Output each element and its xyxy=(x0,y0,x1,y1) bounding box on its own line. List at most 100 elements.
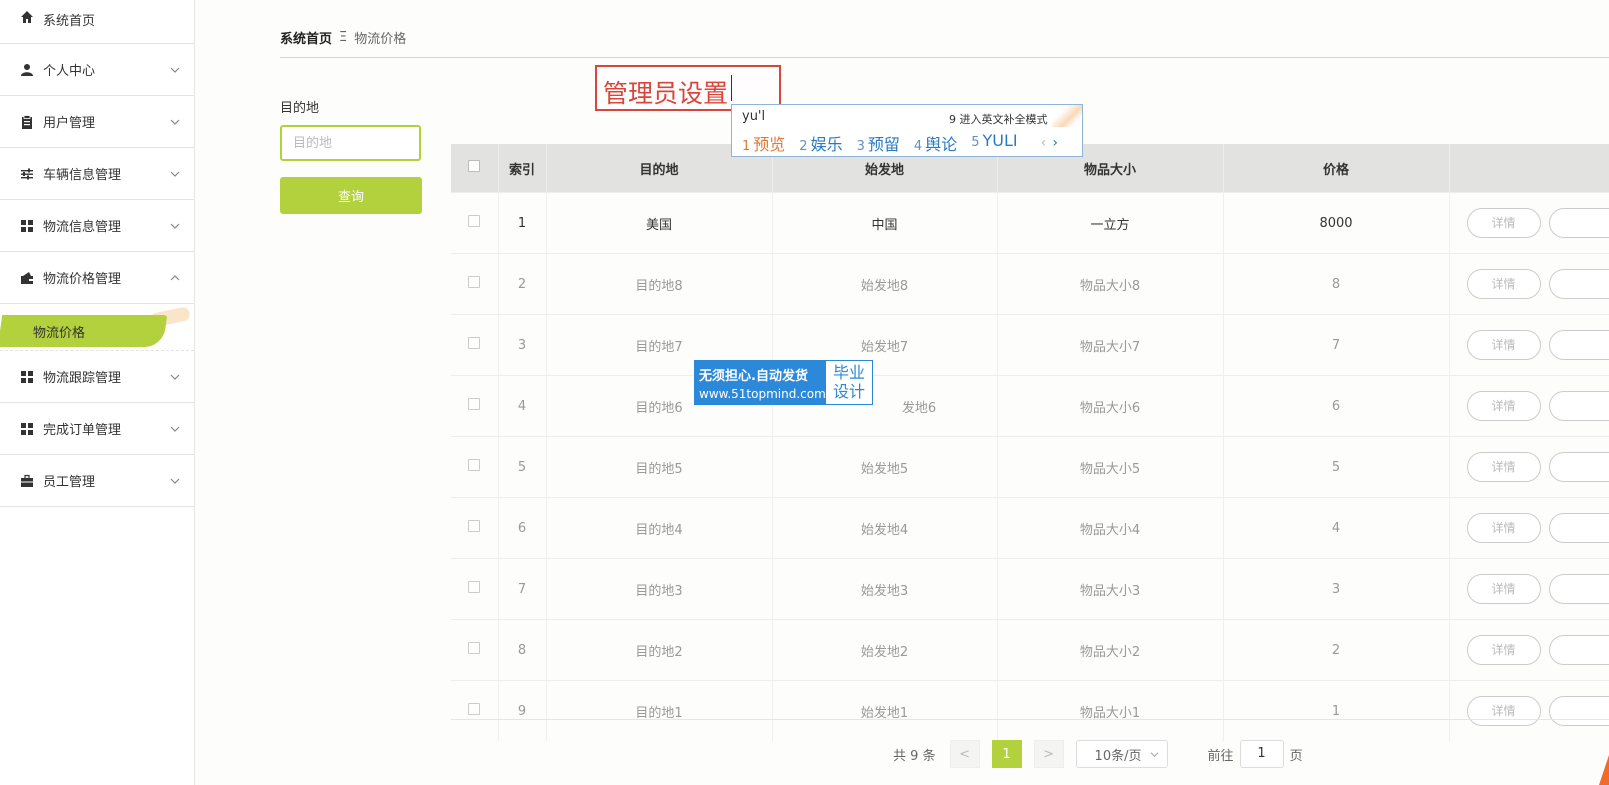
ime-candidate[interactable]: 4 舆论 xyxy=(914,131,957,155)
page-number-current[interactable]: 1 xyxy=(991,740,1022,768)
cell-destination: 目的地1 xyxy=(546,680,773,741)
detail-button[interactable]: 详情 xyxy=(1466,696,1541,726)
sidebar-item-label: 个人中心 xyxy=(43,64,96,79)
sidebar-item-vehicle-management[interactable]: 车辆信息管理 xyxy=(0,148,194,200)
table-bottom-border xyxy=(451,719,1609,720)
cell-size: 物品大小7 xyxy=(997,314,1224,376)
ime-candidate[interactable]: 5 YULI xyxy=(971,131,1017,155)
detail-button[interactable]: 详情 xyxy=(1466,574,1541,604)
sidebar-item-label: 员工管理 xyxy=(43,475,96,490)
edit-button[interactable] xyxy=(1548,208,1608,238)
sidebar-item-label: 物流跟踪管理 xyxy=(43,371,122,386)
detail-button[interactable]: 详情 xyxy=(1466,452,1541,482)
cell-size: 物品大小1 xyxy=(997,680,1224,741)
sliders-icon xyxy=(20,167,34,181)
next-page-button[interactable]: > xyxy=(1033,740,1064,768)
cell-origin: 始发地3 xyxy=(772,558,998,620)
row-checkbox[interactable] xyxy=(468,581,481,593)
detail-button[interactable]: 详情 xyxy=(1466,635,1541,665)
edit-button[interactable] xyxy=(1548,513,1608,543)
table-row: 5 目的地5 始发地5 物品大小5 5 详情 xyxy=(451,436,1609,498)
goto-label: 前往 xyxy=(1207,748,1234,764)
sidebar-item-home[interactable]: 系统首页 xyxy=(0,0,194,44)
detail-button[interactable]: 详情 xyxy=(1466,330,1541,360)
row-checkbox[interactable] xyxy=(468,337,481,349)
chevron-down-icon xyxy=(1150,752,1159,758)
sidebar-item-completed-orders[interactable]: 完成订单管理 xyxy=(0,403,194,455)
edit-button[interactable] xyxy=(1548,635,1608,665)
watermark-label-1: 毕业 xyxy=(832,363,865,382)
edit-button[interactable] xyxy=(1548,452,1608,482)
chevron-down-icon xyxy=(170,119,180,125)
detail-button[interactable]: 详情 xyxy=(1466,208,1541,238)
edit-button[interactable] xyxy=(1548,574,1608,604)
cell-index: 9 xyxy=(498,680,547,741)
cell-origin: 始发地4 xyxy=(772,497,998,559)
ime-candidate[interactable]: 2 娱乐 xyxy=(799,131,842,155)
edit-button[interactable] xyxy=(1548,330,1608,360)
sidebar-item-staff-management[interactable]: 员工管理 xyxy=(0,455,194,507)
cell-index: 6 xyxy=(498,497,547,559)
cell-price: 5 xyxy=(1223,436,1450,498)
breadcrumb-home[interactable]: 系统首页 xyxy=(280,28,332,47)
cell-index: 3 xyxy=(498,314,547,376)
prev-page-button[interactable]: < xyxy=(949,740,980,768)
row-checkbox[interactable] xyxy=(468,215,481,227)
edit-button[interactable] xyxy=(1548,269,1608,299)
page-unit-label: 页 xyxy=(1289,748,1303,764)
watermark-banner: 无须担心.自动发货 www.51topmind.com 毕业 设计 xyxy=(694,360,873,405)
sidebar-subitem-logistics-price[interactable]: 物流价格 xyxy=(0,304,194,351)
cell-index: 5 xyxy=(498,436,547,498)
goto-page-input[interactable]: 1 xyxy=(1239,740,1284,768)
cell-index: 4 xyxy=(498,375,547,437)
edit-button[interactable] xyxy=(1548,696,1608,726)
detail-button[interactable]: 详情 xyxy=(1466,513,1541,543)
cell-index: 7 xyxy=(498,558,547,620)
watermark-slogan: 无须担心.自动发货 xyxy=(699,369,808,384)
select-all-checkbox[interactable] xyxy=(468,160,481,172)
sidebar-item-label: 物流价格管理 xyxy=(43,272,122,287)
row-checkbox[interactable] xyxy=(468,398,481,410)
grid-icon xyxy=(20,422,34,436)
ime-prev-icon[interactable]: ‹ xyxy=(1041,135,1047,151)
cell-origin: 始发地8 xyxy=(772,253,998,315)
price-table: 索引 目的地 始发地 物品大小 价格 1 美国 中国 一立方 8000 详情 2 xyxy=(451,144,1609,741)
table-row: 4 目的地6 发地6 物品大小6 6 详情 xyxy=(451,375,1609,437)
detail-button[interactable]: 详情 xyxy=(1466,269,1541,299)
cell-destination: 目的地3 xyxy=(546,558,773,620)
cell-price: 6 xyxy=(1223,375,1450,437)
sidebar-item-user-management[interactable]: 用户管理 xyxy=(0,96,194,148)
ime-composition: yu'l xyxy=(742,109,766,124)
edit-button[interactable] xyxy=(1548,391,1608,421)
cell-index: 1 xyxy=(498,192,547,254)
sidebar: 系统首页 个人中心 用户管理 车辆信息管理 物流信息管理 物流价格管理 物流价格… xyxy=(0,0,195,785)
table-row: 9 目的地1 始发地1 物品大小1 1 详情 xyxy=(451,680,1609,741)
page-size-select[interactable]: 10条/页 xyxy=(1075,740,1168,768)
cell-price: 2 xyxy=(1223,619,1450,681)
detail-button[interactable]: 详情 xyxy=(1466,391,1541,421)
row-checkbox[interactable] xyxy=(468,520,481,532)
sidebar-item-logistics-price[interactable]: 物流价格管理 xyxy=(0,252,194,304)
table-row: 2 目的地8 始发地8 物品大小8 8 详情 xyxy=(451,253,1609,315)
query-button[interactable]: 查询 xyxy=(280,177,422,214)
column-header-index: 索引 xyxy=(498,144,547,193)
cell-price: 1 xyxy=(1223,680,1450,741)
ime-next-icon[interactable]: › xyxy=(1052,135,1058,151)
cell-origin: 始发地2 xyxy=(772,619,998,681)
cell-size: 物品大小4 xyxy=(997,497,1224,559)
ime-candidate[interactable]: 3 预留 xyxy=(857,131,900,155)
destination-search-input[interactable] xyxy=(280,125,421,161)
sidebar-item-personal-center[interactable]: 个人中心 xyxy=(0,44,194,96)
sidebar-item-logistics-info[interactable]: 物流信息管理 xyxy=(0,200,194,252)
sidebar-item-logistics-tracking[interactable]: 物流跟踪管理 xyxy=(0,351,194,403)
sidebar-item-label: 车辆信息管理 xyxy=(43,168,122,183)
ime-page-nav: ‹ › xyxy=(1041,135,1058,151)
row-checkbox[interactable] xyxy=(468,459,481,471)
row-checkbox[interactable] xyxy=(468,703,481,715)
row-checkbox[interactable] xyxy=(468,642,481,654)
breadcrumb-current: 物流价格 xyxy=(354,32,407,47)
chevron-down-icon xyxy=(170,478,180,484)
ime-hint: 9 进入英文补全模式 xyxy=(949,113,1048,126)
row-checkbox[interactable] xyxy=(468,276,481,288)
ime-candidate[interactable]: 1 预览 xyxy=(742,131,785,155)
